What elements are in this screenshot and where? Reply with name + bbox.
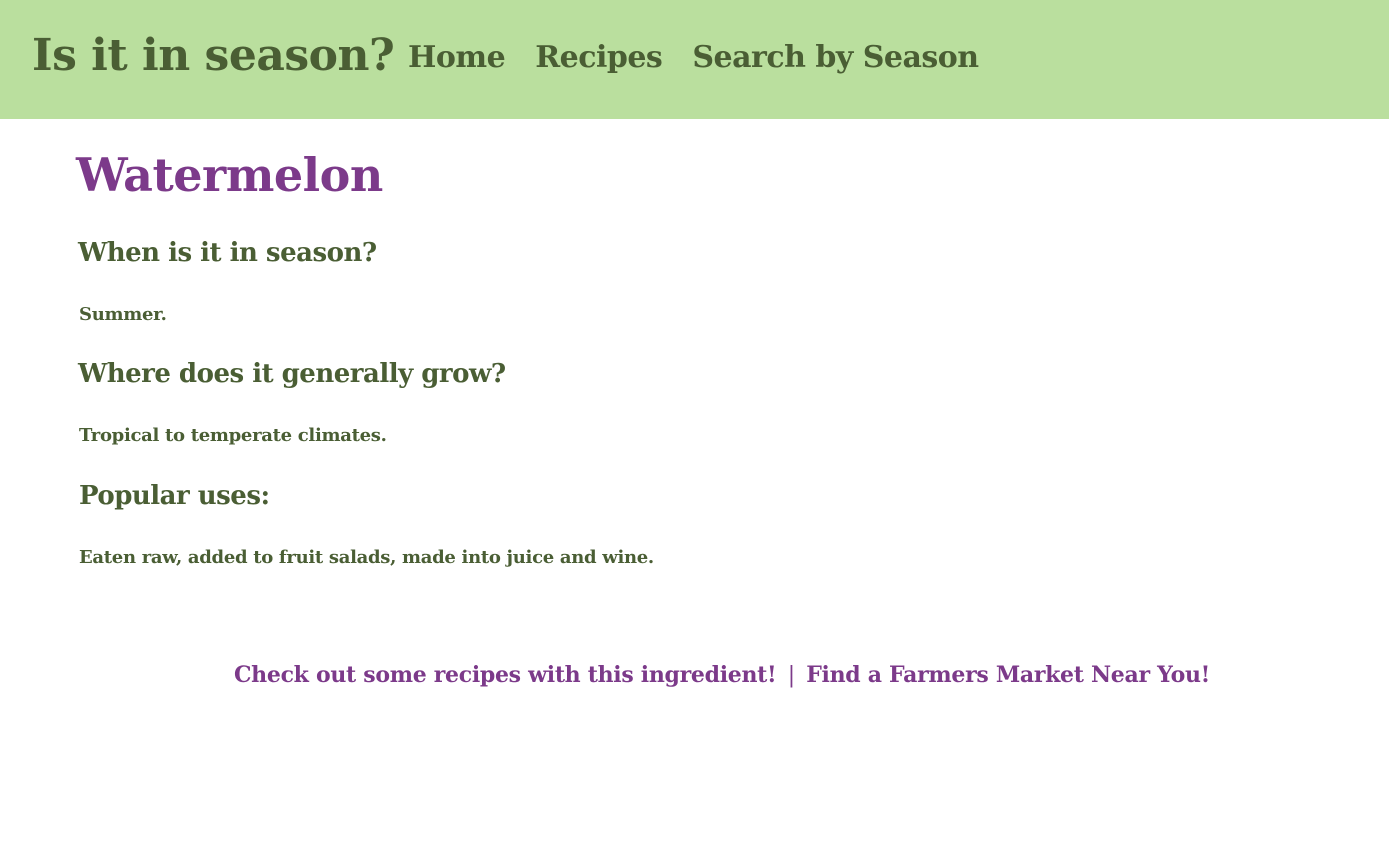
- main-content: Watermelon When is it in season? Summer.…: [76, 148, 1276, 568]
- nav-home-link[interactable]: Home: [408, 40, 506, 76]
- link-separator: |: [787, 663, 795, 688]
- uses-question: Popular uses:: [79, 481, 270, 511]
- footer-links: Check out some recipes with this ingredi…: [0, 662, 1389, 688]
- farmers-market-link[interactable]: Find a Farmers Market Near You!: [806, 662, 1210, 688]
- page-title: Watermelon: [76, 148, 383, 202]
- nav-recipes-link[interactable]: Recipes: [535, 40, 663, 76]
- nav-search-by-season-link[interactable]: Search by Season: [692, 40, 979, 76]
- main-nav: Home Recipes Search by Season: [408, 40, 979, 76]
- season-answer: Summer.: [79, 304, 167, 325]
- uses-answer: Eaten raw, added to fruit salads, made i…: [79, 547, 654, 568]
- site-title[interactable]: Is it in season?: [32, 30, 395, 83]
- season-question: When is it in season?: [78, 238, 377, 268]
- site-header: Is it in season? Home Recipes Search by …: [0, 0, 1389, 119]
- grow-answer: Tropical to temperate climates.: [79, 425, 387, 446]
- grow-question: Where does it generally grow?: [78, 359, 506, 389]
- recipes-with-ingredient-link[interactable]: Check out some recipes with this ingredi…: [234, 662, 777, 688]
